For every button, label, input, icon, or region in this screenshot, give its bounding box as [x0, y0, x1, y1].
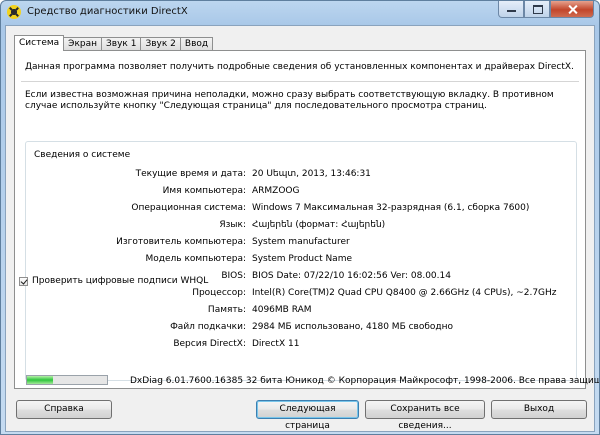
- info-label: Модель компьютера:: [145, 254, 247, 264]
- info-row-processor: Процессор: Intel(R) Core(TM)2 Quad CPU Q…: [26, 288, 576, 299]
- next-page-button[interactable]: Следующая страница: [256, 400, 359, 431]
- info-value: 20 Սեպտ, 2013, 13:46:31: [252, 169, 371, 179]
- maximize-button[interactable]: [524, 1, 550, 18]
- whql-checkbox-row[interactable]: Проверить цифровые подписи WHQL: [19, 276, 208, 286]
- info-row-memory: Память: 4096MB RAM: [26, 305, 576, 316]
- exit-button[interactable]: Выход: [491, 400, 587, 419]
- info-label: Операционная система:: [131, 203, 246, 213]
- info-value: System manufacturer: [252, 237, 350, 247]
- info-row-datetime: Текущие время и дата: 20 Սեպտ, 2013, 13:…: [26, 169, 576, 180]
- info-value: Intel(R) Core(TM)2 Quad CPU Q8400 @ 2.66…: [252, 288, 557, 298]
- progress-fill: [27, 376, 53, 384]
- info-value: Windows 7 Максимальная 32-разрядная (6.1…: [252, 203, 530, 213]
- tab-input[interactable]: Ввод: [179, 37, 214, 51]
- info-row-directx-version: Версия DirectX: DirectX 11: [26, 339, 576, 350]
- system-tab-panel: Данная программа позволяет получить подр…: [14, 50, 586, 389]
- window-controls: [498, 1, 594, 18]
- help-button[interactable]: Справка: [16, 400, 112, 419]
- info-label: Файл подкачки:: [170, 322, 246, 332]
- group-title: Сведения о системе: [34, 150, 131, 160]
- whql-checkbox[interactable]: [19, 276, 28, 286]
- info-value: BIOS Date: 07/22/10 16:02:56 Ver: 08.00.…: [252, 271, 451, 281]
- info-label: Текущие время и дата:: [135, 169, 246, 179]
- info-label: Процессор:: [192, 288, 246, 298]
- info-row-model: Модель компьютера: System Product Name: [26, 254, 576, 265]
- progress-bar: [26, 375, 108, 385]
- whql-label: Проверить цифровые подписи WHQL: [32, 276, 209, 286]
- tab-display[interactable]: Экран: [63, 37, 103, 51]
- info-label: Память:: [207, 305, 246, 315]
- directx-app-icon: [7, 5, 21, 19]
- dxdiag-window: Средство диагностики DirectX Система Экр…: [0, 0, 600, 435]
- tab-strip: Система Экран Звук 1 Звук 2 Ввод: [14, 35, 214, 51]
- info-row-os: Операционная система: Windows 7 Максимал…: [26, 203, 576, 214]
- save-all-info-button[interactable]: Сохранить все сведения...: [365, 400, 485, 431]
- tab-system[interactable]: Система: [14, 35, 65, 51]
- intro-divider: [21, 81, 579, 82]
- info-label: Изготовитель компьютера:: [116, 237, 246, 247]
- info-value: System Product Name: [252, 254, 353, 264]
- window-title: Средство диагностики DirectX: [27, 6, 188, 17]
- info-label: Имя компьютера:: [162, 186, 246, 196]
- minimize-button[interactable]: [498, 1, 524, 18]
- close-button[interactable]: [550, 1, 594, 18]
- info-row-language: Язык: Հայերեն (формат: Հայերեն): [26, 220, 576, 231]
- info-label: Версия DirectX:: [173, 339, 246, 349]
- title-bar[interactable]: Средство диагностики DirectX: [1, 1, 599, 23]
- info-label: Язык:: [219, 220, 246, 230]
- intro-text: Данная программа позволяет получить подр…: [25, 62, 574, 72]
- intro-hint-text: Если известна возможная причина неполадк…: [25, 90, 554, 111]
- info-value: 2984 МБ использовано, 4180 МБ свободно: [252, 322, 454, 332]
- dialog-client-area: Система Экран Звук 1 Звук 2 Ввод Данная …: [5, 25, 599, 432]
- tab-sound-1[interactable]: Звук 1: [101, 37, 142, 51]
- info-row-computer-name: Имя компьютера: ARMZOOG: [26, 186, 576, 197]
- info-value: 4096MB RAM: [252, 305, 312, 315]
- info-row-manufacturer: Изготовитель компьютера: System manufact…: [26, 237, 576, 248]
- info-value: Հայերեն (формат: Հայերեն): [252, 220, 386, 230]
- version-copyright-text: DxDiag 6.01.7600.16385 32 бита Юникод © …: [130, 376, 600, 386]
- info-value: ARMZOOG: [252, 186, 300, 196]
- system-info-group: Сведения о системе Текущие время и дата:…: [25, 141, 577, 381]
- info-label: BIOS:: [221, 271, 246, 281]
- tab-sound-2[interactable]: Звук 2: [140, 37, 181, 51]
- info-value: DirectX 11: [252, 339, 300, 349]
- info-row-page-file: Файл подкачки: 2984 МБ использовано, 418…: [26, 322, 576, 333]
